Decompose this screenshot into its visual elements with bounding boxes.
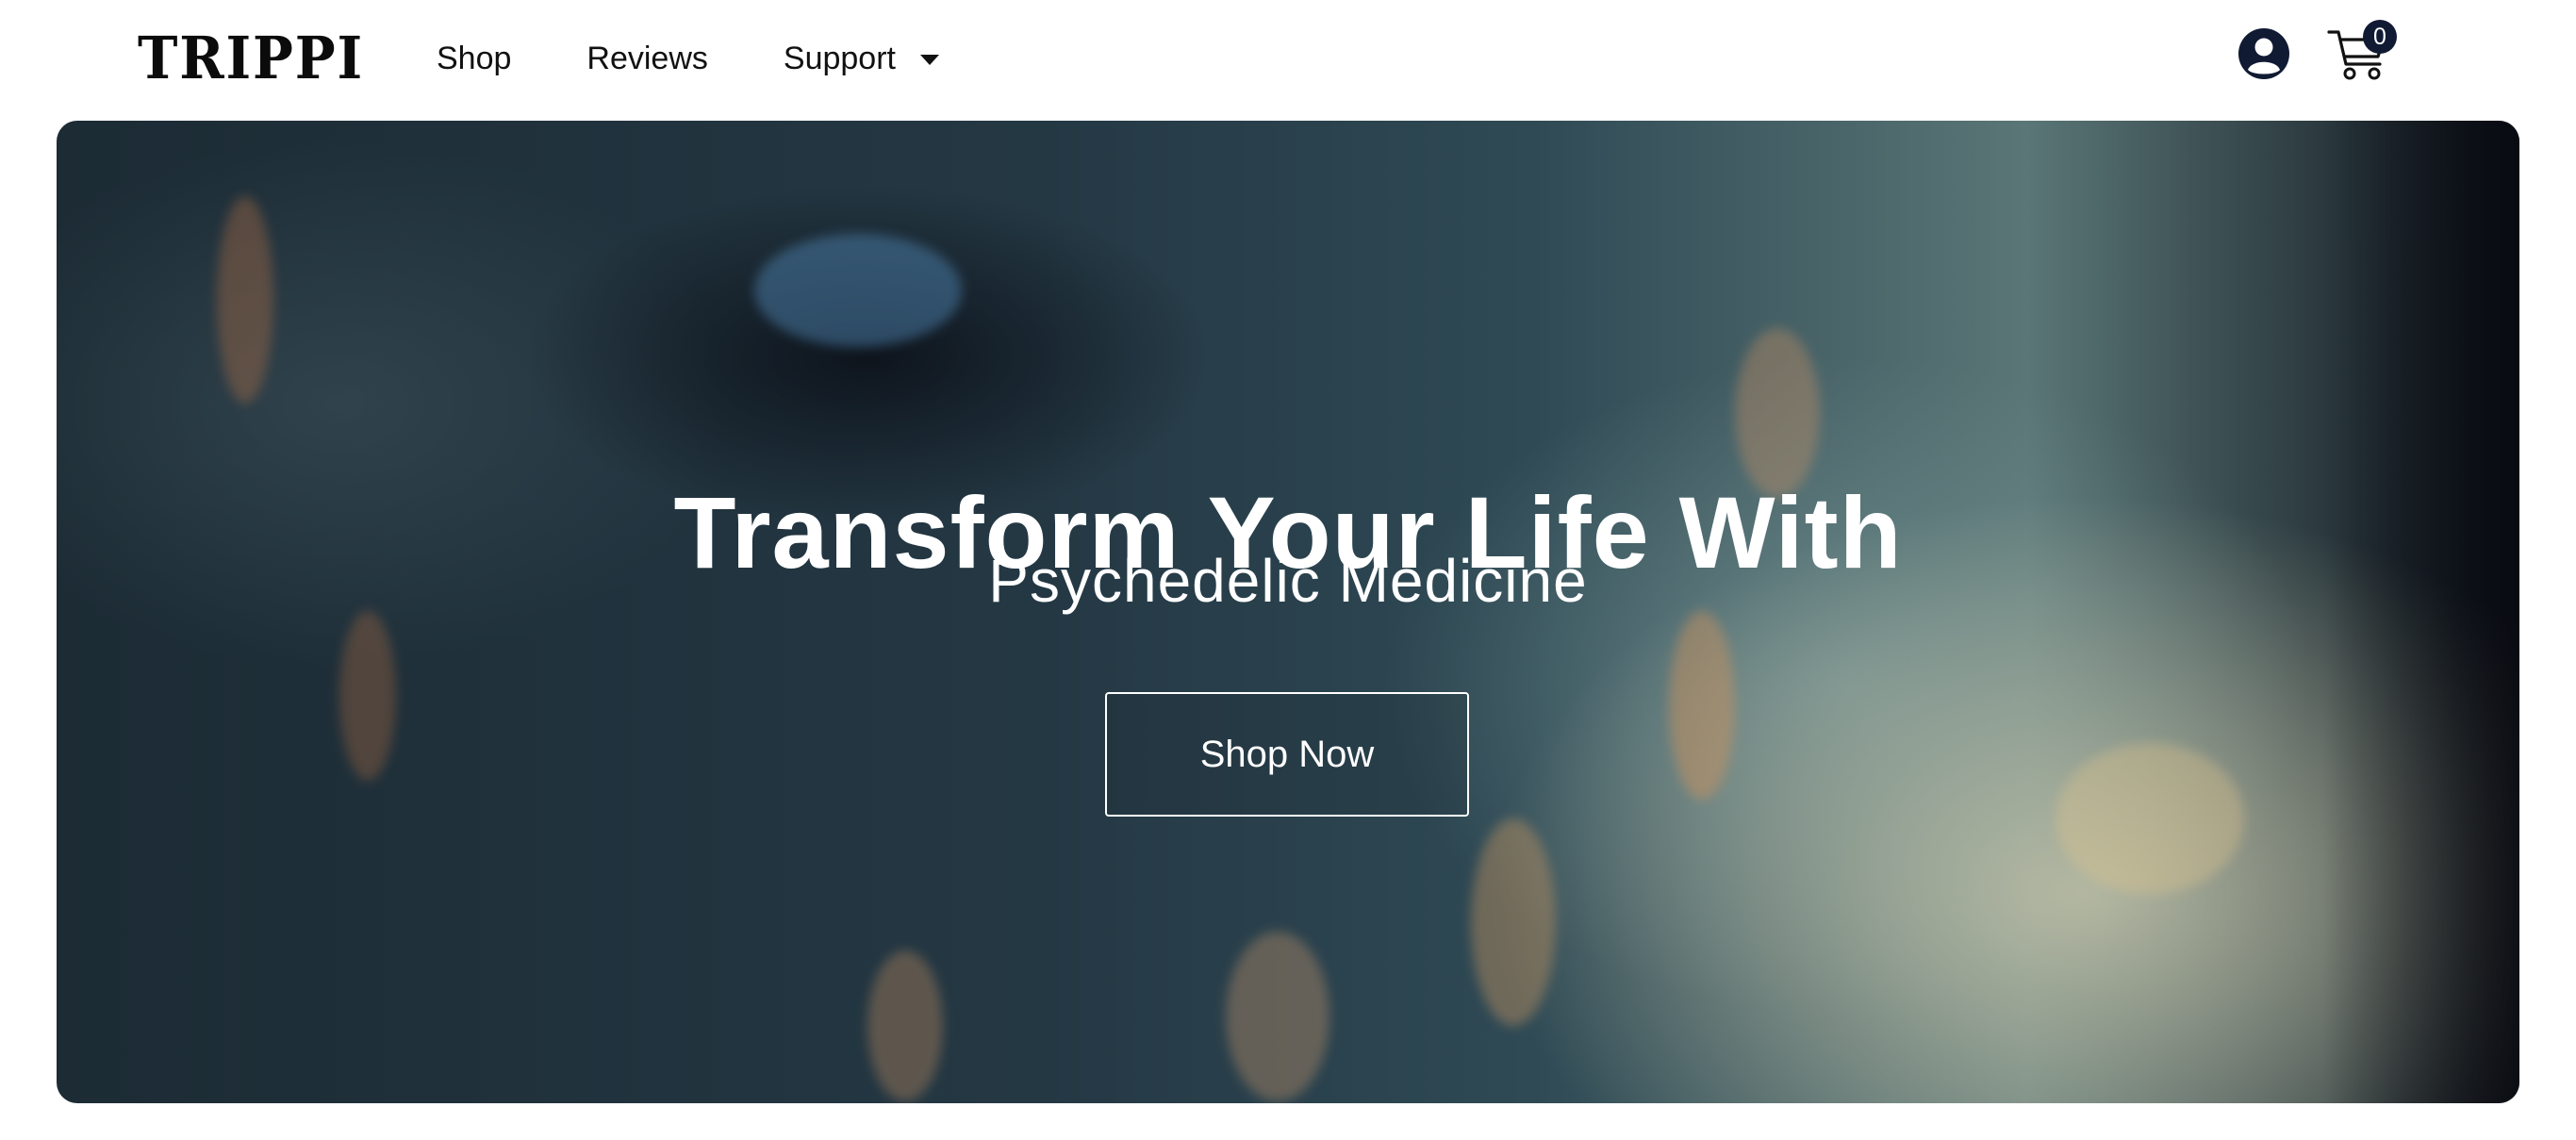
shop-now-button[interactable]: Shop Now <box>1105 692 1469 817</box>
hero-subtitle: Psychedelic Medicine <box>988 547 1588 615</box>
main-nav: Shop Reviews Support <box>437 38 1015 79</box>
nav-item-support[interactable]: Support <box>784 38 939 79</box>
nav-item-label: Support <box>783 41 896 76</box>
hero-banner: Transform Your Life With Psychedelic Med… <box>57 121 2519 1103</box>
nav-item-reviews[interactable]: Reviews <box>586 38 707 79</box>
nav-item-label: Reviews <box>586 41 708 76</box>
cart-count-badge: 0 <box>2363 20 2397 54</box>
chevron-down-icon <box>919 54 939 65</box>
account-circle-icon[interactable] <box>2237 26 2291 81</box>
site-logo[interactable]: TRIPPI <box>138 25 364 92</box>
nav-item-label: Shop <box>437 41 512 76</box>
site-header: TRIPPI Shop Reviews Support 0 <box>0 0 2576 121</box>
nav-item-shop[interactable]: Shop <box>437 38 511 79</box>
